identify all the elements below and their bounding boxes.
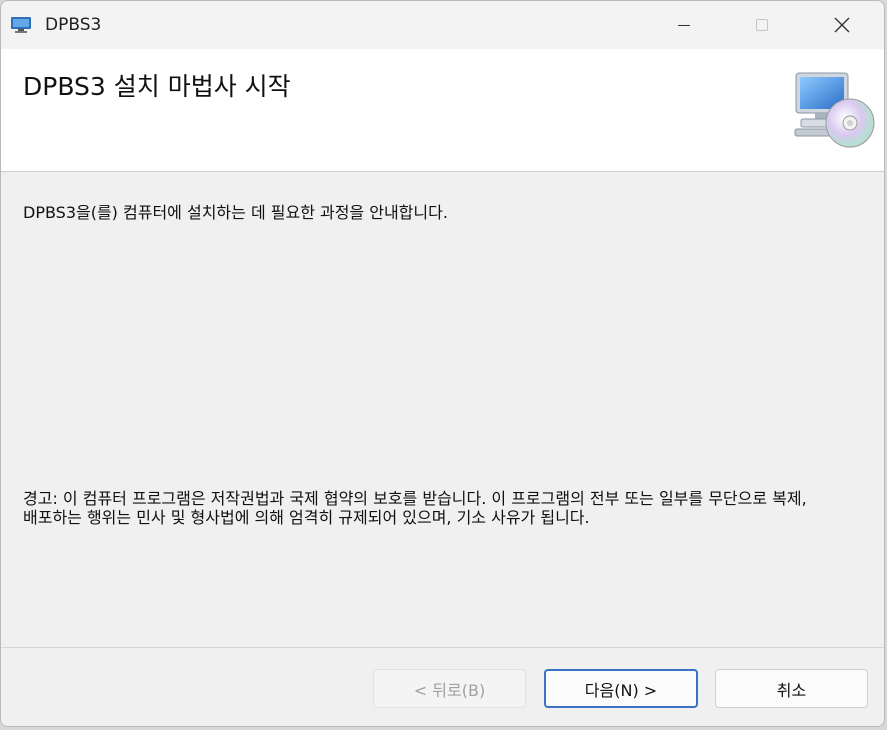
title-bar[interactable]: DPBS3 <box>1 1 884 49</box>
maximize-button <box>731 1 793 49</box>
window-title: DPBS3 <box>45 15 102 35</box>
wizard-body: DPBS3을(를) 컴퓨터에 설치하는 데 필요한 과정을 안내합니다. 경고:… <box>1 172 884 647</box>
next-button[interactable]: 다음(N) > <box>544 669 698 708</box>
intro-text: DPBS3을(를) 컴퓨터에 설치하는 데 필요한 과정을 안내합니다. <box>23 203 448 222</box>
computer-cd-icon <box>794 72 875 148</box>
minimize-icon <box>678 25 690 26</box>
back-button: < 뒤로(B) <box>373 669 526 708</box>
wizard-title: DPBS3 설치 마법사 시작 <box>23 72 291 101</box>
maximize-icon <box>756 19 768 31</box>
installer-window: DPBS3 DPBS3 설치 마법사 시작 DPBS3을(를) 컴퓨터에 설치하… <box>0 0 885 727</box>
wizard-header: DPBS3 설치 마법사 시작 <box>1 49 884 172</box>
installer-app-icon <box>11 17 31 33</box>
minimize-button[interactable] <box>653 1 715 49</box>
copyright-warning: 경고: 이 컴퓨터 프로그램은 저작권법과 국제 협약의 보호를 받습니다. 이… <box>23 489 807 527</box>
cancel-button[interactable]: 취소 <box>715 669 868 708</box>
wizard-footer: < 뒤로(B) 다음(N) > 취소 <box>1 648 884 726</box>
close-button[interactable] <box>811 1 873 49</box>
close-icon <box>834 17 850 33</box>
